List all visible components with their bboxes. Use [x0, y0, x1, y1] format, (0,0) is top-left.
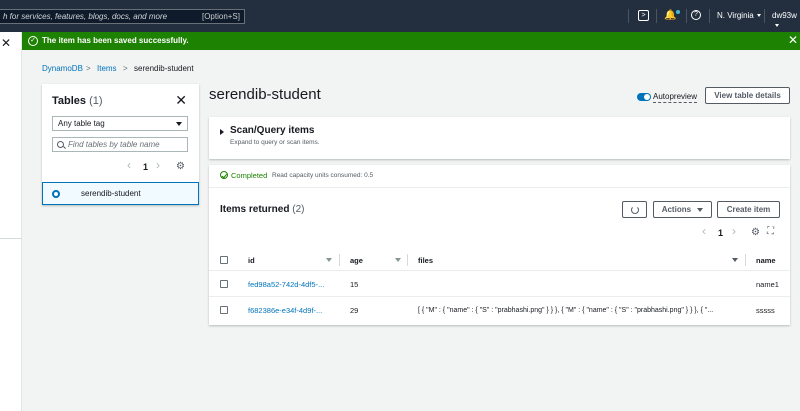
item-age: 15	[350, 280, 359, 289]
view-table-details-button[interactable]: View table details	[705, 87, 790, 104]
table-tag-filter-select[interactable]: Any table tag	[52, 116, 188, 131]
refresh-button[interactable]	[622, 201, 647, 218]
table-list-item[interactable]: serendib-student	[42, 182, 199, 205]
search-shortcut-hint: [Option+S]	[201, 12, 240, 21]
scan-query-subtitle: Expand to query or scan items.	[230, 139, 320, 146]
success-check-icon: ✓	[28, 36, 38, 46]
flash-message: The item has been saved successfully.	[42, 36, 189, 45]
region-selector[interactable]: N. Virginia	[717, 11, 761, 21]
top-nav-bar: h for services, features, blogs, docs, a…	[0, 0, 800, 32]
column-resizer[interactable]	[745, 254, 746, 266]
column-resizer[interactable]	[407, 254, 408, 266]
status-check-icon	[220, 171, 228, 179]
tables-count: (1)	[89, 95, 103, 107]
prev-page-icon[interactable]: ‹	[127, 159, 131, 171]
items-page-number[interactable]: 1	[718, 228, 723, 238]
notifications-bell-icon[interactable]: 🔔	[664, 10, 676, 22]
autopreview-label: Autopreview	[653, 92, 698, 103]
autopreview-toggle[interactable]	[637, 93, 651, 101]
page-title: serendib-student	[209, 86, 321, 103]
sort-icon[interactable]	[326, 258, 332, 262]
account-label: dw93w	[772, 11, 797, 20]
column-header-age[interactable]: age	[350, 256, 363, 265]
column-header-files[interactable]: files	[418, 256, 433, 265]
close-nav-icon[interactable]: ✕	[0, 36, 12, 50]
gear-icon[interactable]: ⚙	[176, 162, 185, 172]
table-radio-button[interactable]	[52, 190, 60, 198]
chevron-down-icon	[756, 14, 761, 18]
items-returned-count: (2)	[292, 204, 305, 215]
search-placeholder: h for services, features, blogs, docs, a…	[3, 12, 168, 21]
header-divider	[209, 270, 790, 271]
fullscreen-icon[interactable]: ⛶	[767, 227, 774, 237]
account-menu[interactable]: dw93w	[772, 11, 800, 31]
actions-label: Actions	[661, 205, 692, 214]
select-all-checkbox[interactable]	[220, 256, 228, 264]
breadcrumb-current: serendib-student	[134, 64, 194, 73]
tables-page-number[interactable]: 1	[143, 162, 148, 172]
actions-dropdown-button[interactable]: Actions	[653, 201, 712, 218]
next-page-icon[interactable]: ›	[156, 159, 160, 171]
gear-icon[interactable]: ⚙	[751, 228, 760, 238]
items-returned-text: Items returned	[220, 204, 290, 215]
items-returned-title: Items returned (2)	[220, 204, 304, 216]
status-divider	[209, 187, 790, 188]
scan-query-title: Scan/Query items	[230, 125, 315, 136]
refresh-icon	[631, 206, 639, 214]
table-name: serendib-student	[81, 189, 141, 198]
read-capacity-consumed: Read capacity units consumed: 0.5	[272, 172, 374, 179]
success-flashbar: ✓ The item has been saved successfully. …	[22, 32, 800, 50]
scan-query-panel[interactable]: Scan/Query items Expand to query or scan…	[209, 117, 790, 159]
breadcrumb-dynamodb[interactable]: DynamoDB	[42, 64, 83, 74]
item-id-link[interactable]: fed98a52-742d-4df5-...	[248, 280, 324, 289]
find-tables-placeholder: Find tables by table name	[68, 140, 160, 149]
topbar-divider	[686, 9, 687, 23]
close-panel-icon[interactable]: ✕	[175, 92, 187, 108]
region-label: N. Virginia	[717, 11, 754, 20]
topbar-divider	[764, 9, 765, 23]
column-header-id[interactable]: id	[248, 256, 255, 265]
items-results-panel: Completed Read capacity units consumed: …	[209, 165, 790, 325]
find-tables-input[interactable]: Find tables by table name	[52, 137, 188, 152]
topbar-divider	[656, 9, 657, 23]
tables-title-text: Tables	[52, 95, 87, 107]
service-search-input[interactable]: h for services, features, blogs, docs, a…	[0, 9, 245, 24]
topbar-divider	[709, 9, 710, 23]
chevron-down-icon	[775, 24, 779, 28]
search-icon	[57, 141, 64, 148]
column-resizer[interactable]	[339, 254, 340, 266]
column-header-name[interactable]: name	[756, 256, 776, 265]
notification-dot	[676, 10, 680, 14]
row-divider	[209, 296, 790, 297]
scan-status: Completed	[231, 171, 268, 180]
item-name: name1	[756, 280, 779, 289]
topbar-divider	[628, 9, 629, 23]
cloudshell-icon[interactable]: >	[638, 10, 649, 21]
sort-icon[interactable]	[395, 258, 401, 262]
help-icon[interactable]: ?	[691, 10, 701, 20]
row-checkbox[interactable]	[220, 280, 228, 288]
item-age: 29	[350, 306, 359, 315]
tables-panel-title: Tables (1)	[52, 95, 103, 107]
row-checkbox[interactable]	[220, 306, 228, 314]
close-icon[interactable]: ✕	[788, 33, 798, 47]
item-id-link[interactable]: f682386e-e34f-4d9f-...	[248, 306, 322, 315]
chevron-down-icon	[176, 122, 182, 126]
breadcrumb-separator-icon: >	[86, 64, 91, 73]
item-files: [ { "M" : { "name" : { "S" : "prabhashi.…	[418, 307, 714, 314]
breadcrumb-items[interactable]: Items	[97, 64, 117, 74]
create-item-button[interactable]: Create item	[717, 201, 780, 218]
sort-icon[interactable]	[732, 258, 738, 262]
side-nav-collapsed	[0, 32, 22, 411]
expand-caret-icon[interactable]	[220, 129, 224, 135]
item-name: sssss	[756, 306, 775, 315]
next-page-icon[interactable]: ›	[732, 225, 736, 237]
chevron-down-icon	[697, 207, 704, 212]
breadcrumb-separator-icon: >	[123, 64, 128, 73]
side-nav-divider	[0, 238, 22, 239]
prev-page-icon[interactable]: ‹	[702, 225, 706, 237]
table-tag-filter-value: Any table tag	[58, 119, 105, 128]
